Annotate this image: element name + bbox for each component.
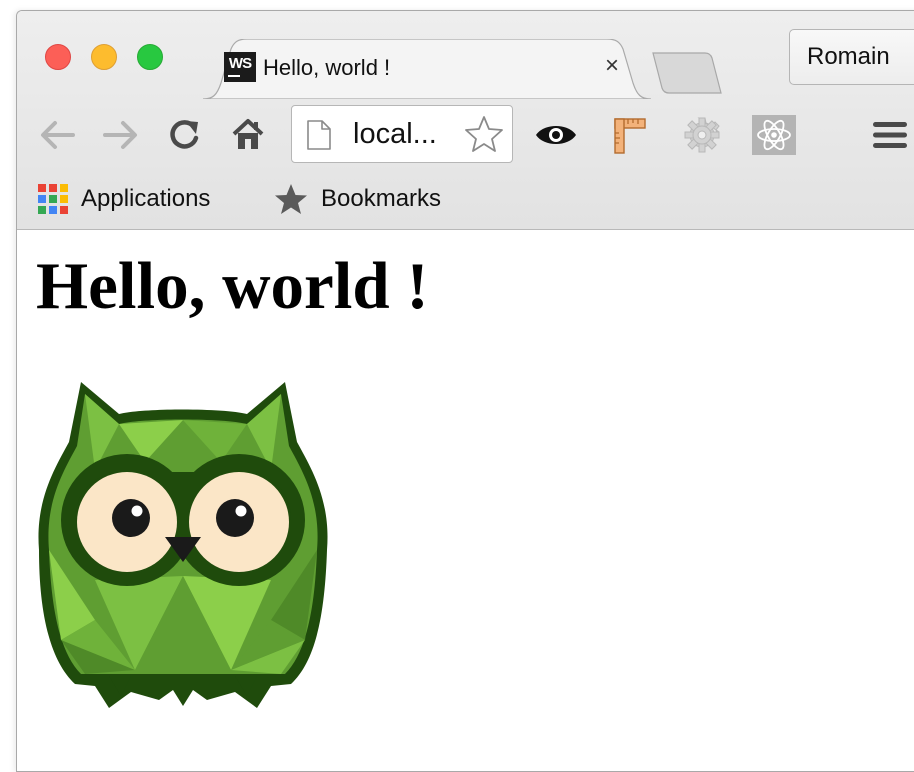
bookmark-folder-bookmarks[interactable]: Bookmarks: [273, 181, 441, 217]
bookmark-applications[interactable]: Applications: [37, 181, 210, 217]
profile-button[interactable]: Romain: [789, 29, 914, 85]
url-text[interactable]: local...: [353, 118, 437, 151]
tab-title: Hello, world !: [263, 55, 391, 80]
page-heading: Hello, world !: [36, 249, 429, 323]
tab-close-icon[interactable]: ×: [599, 53, 625, 79]
gear-icon[interactable]: [682, 115, 722, 155]
eye-icon[interactable]: [534, 121, 578, 149]
browser-chrome: WS Hello, world ! × Romain local... Appl…: [17, 11, 914, 230]
owl-logo: [38, 382, 328, 708]
zoom-window-button[interactable]: [137, 44, 163, 70]
bookmark-label: Applications: [81, 185, 211, 212]
home-icon[interactable]: [230, 116, 266, 152]
apps-grid-icon: [38, 184, 68, 214]
page-icon: [307, 120, 331, 150]
hamburger-menu-icon[interactable]: [873, 121, 907, 149]
address-bar[interactable]: local...: [291, 105, 513, 163]
star-icon: [275, 184, 307, 214]
react-icon[interactable]: [752, 115, 796, 155]
arrow-left-icon[interactable]: [37, 118, 77, 152]
ruler-icon[interactable]: [611, 115, 647, 155]
close-window-button[interactable]: [45, 44, 71, 70]
reload-icon[interactable]: [167, 116, 203, 152]
bookmark-label: Bookmarks: [321, 185, 442, 212]
toolbar: local...: [17, 99, 914, 171]
arrow-right-icon[interactable]: [101, 118, 141, 152]
webstorm-favicon-icon: WS: [224, 52, 256, 82]
bookmarks-bar: Applications Bookmarks: [17, 171, 914, 229]
window-controls: [45, 44, 163, 70]
browser-window: WS Hello, world ! × Romain local... Appl…: [16, 10, 914, 772]
bookmark-star-icon[interactable]: [464, 115, 504, 153]
minimize-window-button[interactable]: [91, 44, 117, 70]
page-content: Hello, world !: [17, 230, 914, 770]
new-tab-button[interactable]: [649, 49, 725, 99]
